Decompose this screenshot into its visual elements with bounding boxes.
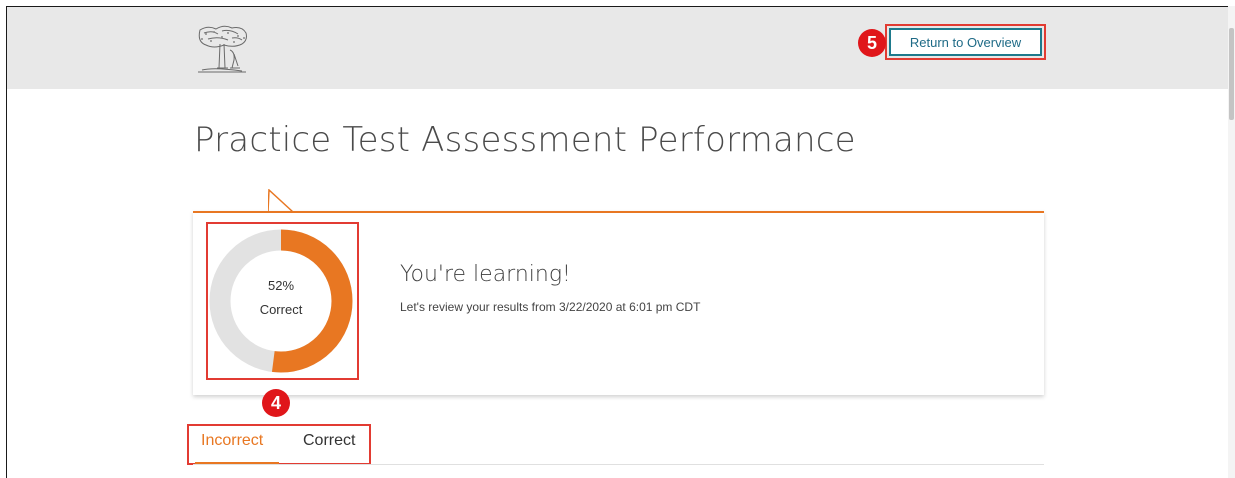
score-label: Correct <box>259 302 303 317</box>
step-badge-4: 4 <box>262 389 290 417</box>
tab-incorrect[interactable]: Incorrect <box>201 432 263 456</box>
page-title: Practice Test Assessment Performance <box>194 120 856 160</box>
score-text: 52% Correct <box>208 276 354 320</box>
result-subtext: Let's review your results from 3/22/2020… <box>400 300 701 314</box>
card-pointer-arrow <box>268 189 294 213</box>
score-percent: 52% <box>267 278 295 293</box>
return-to-overview-button[interactable]: Return to Overview <box>889 28 1042 56</box>
result-heading: You're learning! <box>400 262 571 287</box>
tab-correct[interactable]: Correct <box>303 432 355 456</box>
tabs-divider <box>193 464 1044 465</box>
scrollbar-thumb[interactable] <box>1229 28 1234 120</box>
page: Return to Overview 5 Practice Test Asses… <box>0 0 1235 478</box>
tree-scholar-logo-icon <box>194 24 250 76</box>
step-badge-5: 5 <box>858 29 886 57</box>
